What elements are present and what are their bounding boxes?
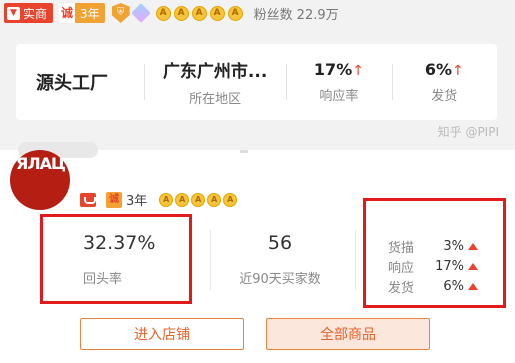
crown-icon: A — [191, 192, 206, 207]
crown-icon: A — [209, 5, 225, 21]
crown-icon: A — [191, 5, 207, 21]
buyers-count-label: 近90天买家数 — [239, 271, 321, 287]
crown-icon: A — [155, 5, 171, 21]
rating-label: 响应 — [388, 261, 415, 276]
shipping-value: 6%↑ — [425, 60, 464, 79]
rating-row: 发货 6% — [388, 277, 478, 296]
shop-name: 源头工厂 — [36, 73, 108, 94]
trend-up-icon — [468, 283, 478, 290]
crown-icon: A — [173, 5, 189, 21]
shop-avatar[interactable]: ЯЛАЦ — [10, 150, 70, 210]
store-icon: ▼ — [7, 6, 20, 20]
diamond-icon — [130, 3, 151, 23]
crown-icon: A — [223, 192, 238, 207]
shop-ratings: 货描 3% 响应 17% 发货 6% — [363, 198, 506, 308]
rating-row: 响应 17% — [388, 257, 478, 276]
crown-icon: A — [227, 5, 243, 21]
shop-badge-row: ▼ 实商 诚 3年 ⛨ A A A A A 粉丝数 22.9万 — [0, 0, 339, 26]
repurchase-rate-value: 32.37% — [83, 231, 156, 254]
enter-shop-button[interactable]: 进入店铺 — [80, 318, 244, 350]
buyers-count-value: 56 — [267, 231, 293, 254]
shipping-number: 6% — [424, 60, 453, 79]
all-products-button[interactable]: 全部商品 — [266, 318, 430, 350]
fans-label: 粉丝数 — [253, 7, 293, 23]
crown-rating: A A A A A — [155, 5, 246, 21]
shop-type-label: 实商 — [23, 6, 48, 21]
response-rate-value: 17%↑ — [314, 60, 364, 79]
buyers-count-stat: 56 近90天买家数 — [200, 214, 360, 304]
rating-label: 货描 — [388, 241, 415, 256]
trend-up-icon: ↑ — [352, 63, 364, 79]
crown-icon: A — [159, 192, 174, 207]
fans-value: 22.9万 — [296, 7, 339, 23]
crown-icon: A — [207, 192, 222, 207]
repurchase-rate-stat: 32.37% 回头率 — [40, 214, 192, 304]
shipping-stat: 6%↑ 发货 — [391, 54, 497, 110]
fans-count: 粉丝数 22.9万 — [254, 4, 339, 23]
shop-type-badge: ▼ 实商 — [4, 3, 54, 23]
divider — [355, 230, 356, 290]
region-value: 广东广州市... — [162, 62, 268, 82]
crown-icon: A — [175, 192, 190, 207]
response-rate-label: 响应率 — [319, 89, 359, 104]
region-stat: 广东广州市... 所在地区 — [144, 54, 286, 110]
trend-up-icon — [468, 263, 478, 270]
response-rate-number: 17% — [313, 60, 353, 79]
avatar-text: ЯЛАЦ — [16, 154, 66, 173]
trend-up-icon — [468, 243, 478, 250]
region-label: 所在地区 — [189, 92, 242, 107]
rating-value: 6% — [443, 279, 464, 294]
rating-value: 17% — [435, 259, 464, 274]
integrity-years-label: 3年 — [126, 194, 148, 209]
integrity-years-badge: 诚 3年 — [59, 3, 105, 23]
integrity-icon: 诚 — [59, 3, 76, 23]
rating-row: 货描 3% — [388, 237, 478, 256]
repurchase-rate-label: 回头率 — [83, 271, 123, 287]
shop-info-card[interactable]: 源头工厂 广东广州市... 所在地区 17%↑ 响应率 6%↑ 发货 — [16, 44, 497, 120]
crown-rating: A A A A A — [159, 192, 239, 207]
integrity-years-label: 3年 — [80, 6, 100, 21]
integrity-icon: 诚 — [106, 191, 122, 208]
divider — [240, 150, 248, 153]
store-icon — [80, 192, 96, 207]
shop-badge-row: 诚 3年 A A A A A — [80, 190, 239, 209]
shield-badge-icon: ⛨ — [111, 3, 130, 23]
response-rate-stat: 17%↑ 响应率 — [286, 54, 391, 110]
rating-label: 发货 — [388, 281, 415, 296]
watermark: 知乎 @PIPI — [437, 125, 499, 139]
trend-up-icon: ↑ — [452, 63, 464, 79]
rating-value: 3% — [443, 239, 464, 254]
shipping-label: 发货 — [431, 89, 458, 104]
shop-summary-panel: ▼ 实商 诚 3年 ⛨ A A A A A 粉丝数 22.9万 源头工厂 广东广州… — [0, 0, 515, 158]
